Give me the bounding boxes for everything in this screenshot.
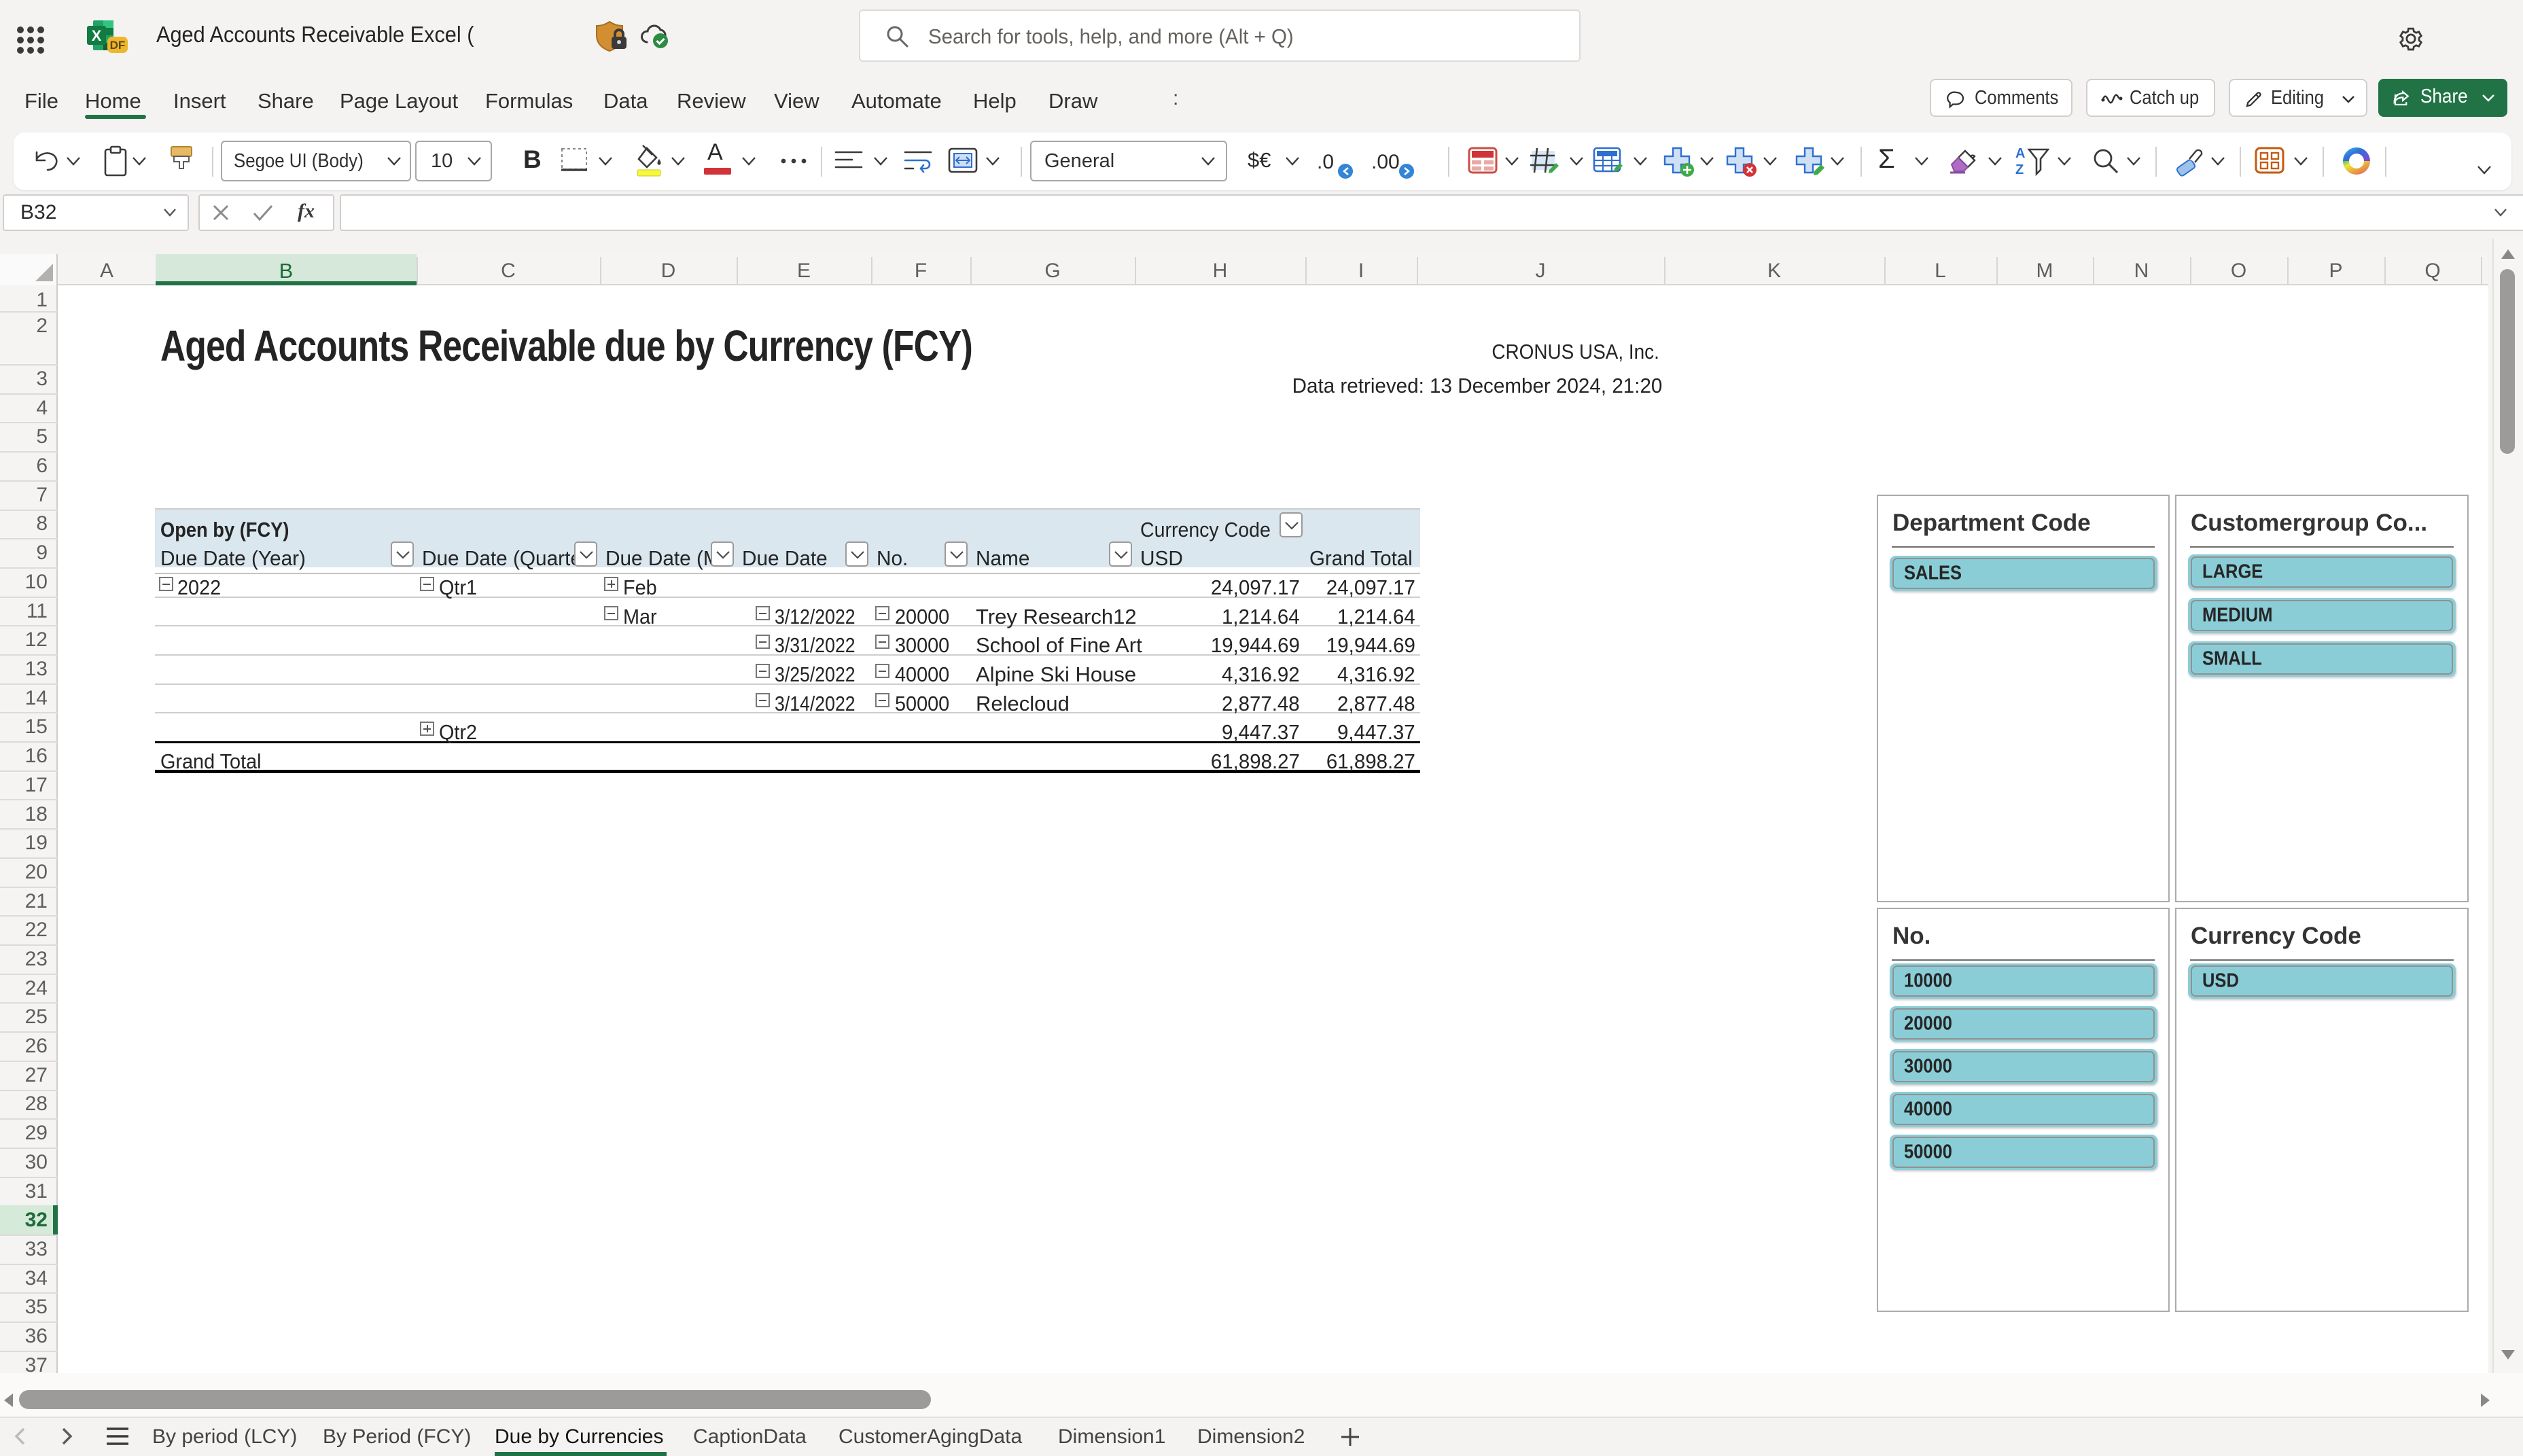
svg-text:Z: Z [2015, 162, 2024, 177]
svg-text:DF: DF [110, 39, 126, 52]
svg-text:X: X [92, 27, 102, 44]
svg-text:A: A [2015, 146, 2025, 161]
